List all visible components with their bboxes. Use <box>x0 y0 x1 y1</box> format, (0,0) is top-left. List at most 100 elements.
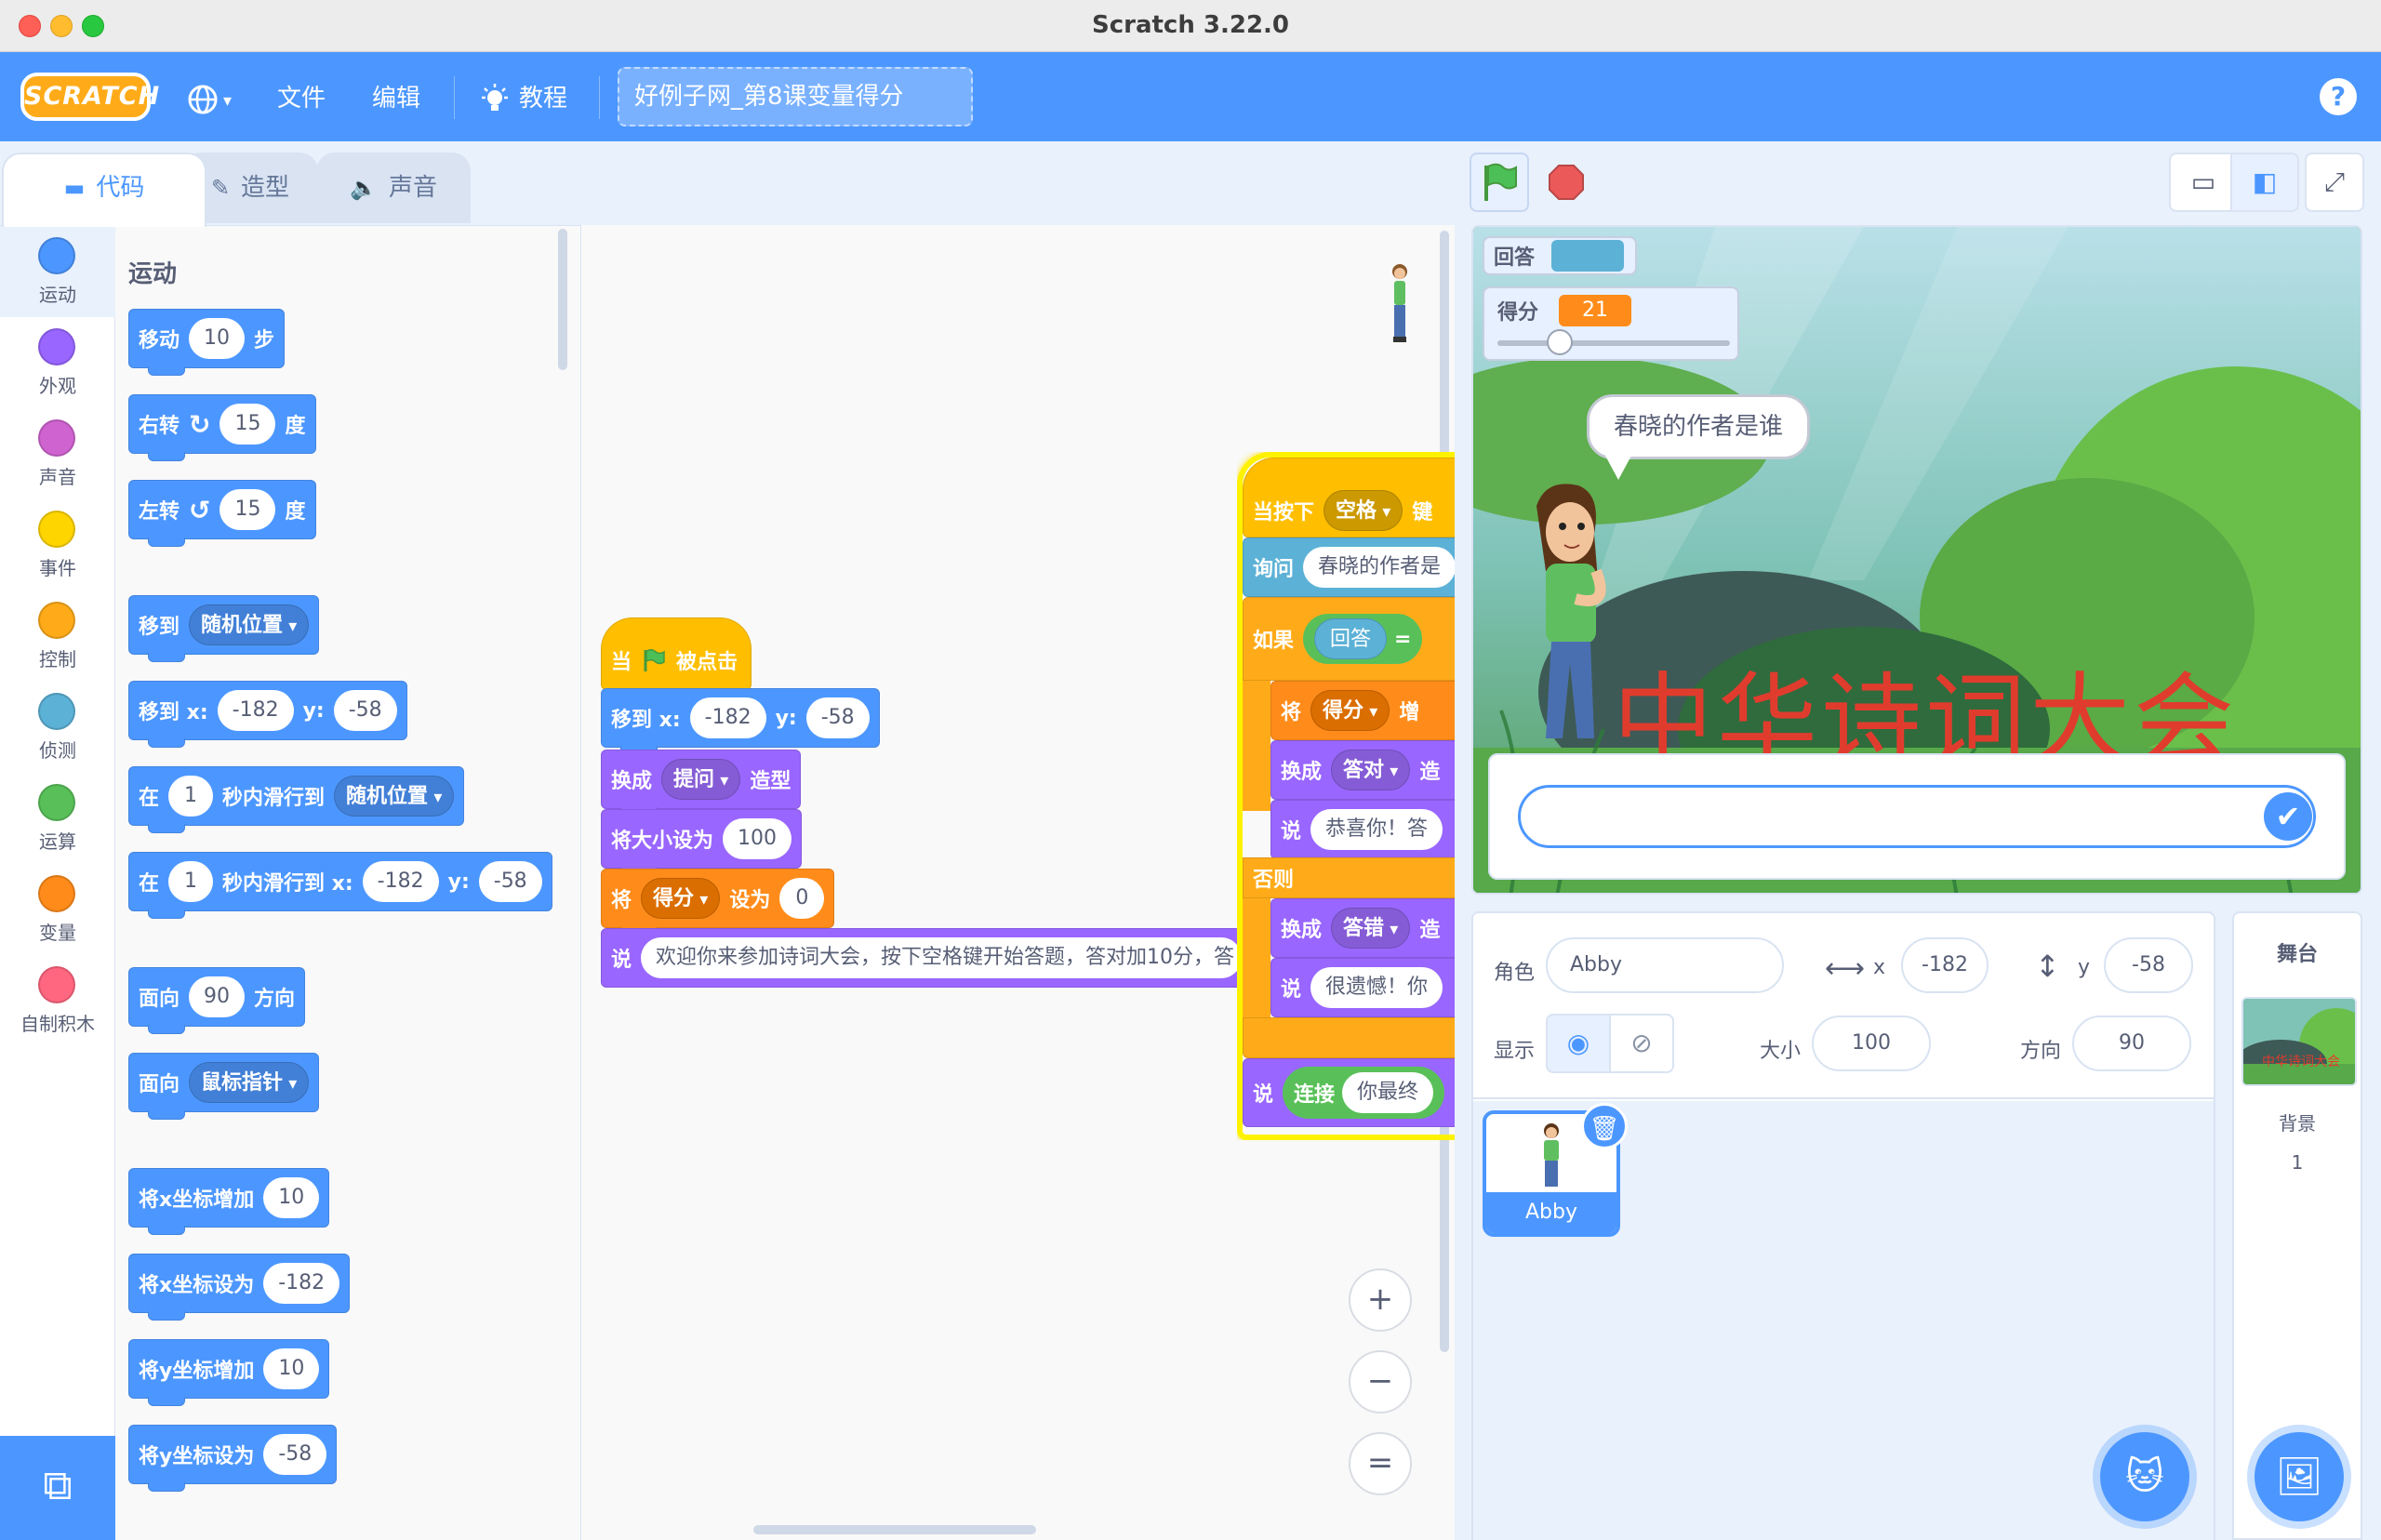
small-stage-button[interactable]: ▭ <box>2169 153 2238 212</box>
help-button[interactable]: ? <box>2320 78 2357 115</box>
seconds-input[interactable]: 1 <box>168 861 214 902</box>
category-looks[interactable]: 外观 <box>0 317 115 408</box>
category-events[interactable]: 事件 <box>0 499 115 591</box>
category-motion[interactable]: 运动 <box>0 226 115 317</box>
sprite-direction-input[interactable]: 90 <box>2072 1016 2191 1071</box>
block-turn-right[interactable]: 右转 ↻ 15 度 <box>128 394 316 461</box>
goto-target-dropdown[interactable]: 随机位置 <box>189 604 310 645</box>
category-my-blocks[interactable]: 自制积木 <box>0 955 115 1046</box>
block-say[interactable]: 说 连接 你最终 <box>1243 1058 1455 1127</box>
variable-dropdown[interactable]: 得分 <box>1310 690 1390 731</box>
block-switch-costume[interactable]: 换成 提问 造型 <box>601 750 802 816</box>
delete-sprite-button[interactable]: 🗑 <box>1581 1103 1628 1149</box>
direction-input[interactable]: 90 <box>189 976 246 1017</box>
block-say[interactable]: 说 很遗憾！你 <box>1270 958 1455 1017</box>
block-goto[interactable]: 移到 随机位置 <box>128 595 320 662</box>
ask-text-input[interactable]: 春晓的作者是 <box>1303 547 1455 588</box>
category-sound[interactable]: 声音 <box>0 408 115 499</box>
block-when-key-pressed[interactable]: 当按下 空格 键 <box>1243 458 1455 538</box>
tab-sounds[interactable]: 🔈 声音 <box>316 153 471 223</box>
scratch-logo[interactable]: SCRATCH <box>20 73 159 121</box>
fullscreen-button[interactable]: ⤢ <box>2305 153 2364 212</box>
costume-dropdown[interactable]: 答错 <box>1331 908 1411 949</box>
ask-answer-input[interactable] <box>1518 785 2316 848</box>
join-text-input[interactable]: 你最终 <box>1342 1072 1434 1113</box>
y-input[interactable]: -58 <box>333 690 397 731</box>
block-point-direction[interactable]: 面向 90 方向 <box>128 967 306 1034</box>
y-input[interactable]: -58 <box>478 861 542 902</box>
show-sprite-button[interactable]: ◉ <box>1546 1014 1611 1073</box>
equals-operator[interactable]: 回答 = <box>1303 614 1423 664</box>
glide-target-dropdown[interactable]: 随机位置 <box>334 776 455 816</box>
choose-backdrop-button[interactable]: 🖼 <box>2255 1432 2344 1521</box>
answer-reporter[interactable]: 回答 <box>1314 618 1388 659</box>
y-input[interactable]: -58 <box>805 697 870 738</box>
value-input[interactable]: 10 <box>263 1348 320 1389</box>
block-set-x[interactable]: 将x坐标设为 -182 <box>128 1254 351 1321</box>
stop-button[interactable] <box>1536 153 1596 212</box>
x-input[interactable]: -182 <box>362 861 439 902</box>
block-set-size[interactable]: 将大小设为 100 <box>601 809 803 876</box>
size-input[interactable]: 100 <box>723 818 792 859</box>
x-input[interactable]: -182 <box>217 690 294 731</box>
language-menu[interactable]: ▾ <box>186 80 232 117</box>
value-input[interactable]: -58 <box>263 1434 327 1475</box>
block-turn-left[interactable]: 左转 ↺ 15 度 <box>128 480 316 547</box>
large-stage-button[interactable]: ◧ <box>2230 153 2299 212</box>
block-glide-xy[interactable]: 在 1 秒内滑行到 x: -182 y: -58 <box>128 852 552 919</box>
block-say[interactable]: 说 欢迎你来参加诗词大会，按下空格键开始答题，答对加10分，答 <box>601 928 1252 988</box>
sprite-name-input[interactable]: Abby <box>1546 937 1784 993</box>
block-switch-costume[interactable]: 换成 答对 造 <box>1270 740 1455 800</box>
degrees-input[interactable]: 15 <box>219 489 276 530</box>
green-flag-button[interactable] <box>1470 153 1529 212</box>
score-slider[interactable] <box>1497 329 1730 355</box>
zoom-out-button[interactable]: − <box>1349 1350 1412 1414</box>
block-change-x[interactable]: 将x坐标增加 10 <box>128 1168 330 1235</box>
seconds-input[interactable]: 1 <box>168 776 214 816</box>
category-control[interactable]: 控制 <box>0 591 115 682</box>
value-input[interactable]: 0 <box>779 878 825 919</box>
category-sensing[interactable]: 侦测 <box>0 682 115 773</box>
say-text-input[interactable]: 很遗憾！你 <box>1310 967 1443 1008</box>
edit-menu[interactable]: 编辑 <box>372 80 420 117</box>
steps-input[interactable]: 10 <box>189 318 246 359</box>
x-input[interactable]: -182 <box>689 697 766 738</box>
degrees-input[interactable]: 15 <box>219 404 276 445</box>
block-say[interactable]: 说 恭喜你！答 <box>1270 800 1455 859</box>
stage-thumbnail[interactable]: 中华诗词大会 <box>2241 997 2357 1086</box>
towards-target-dropdown[interactable]: 鼠标指针 <box>189 1062 310 1103</box>
say-text-input[interactable]: 恭喜你！答 <box>1310 809 1443 850</box>
block-change-variable[interactable]: 将 得分 增 <box>1270 681 1455 740</box>
score-monitor[interactable]: 得分 21 <box>1483 286 1739 361</box>
block-when-flag-clicked[interactable]: 当 被点击 <box>601 617 752 690</box>
sprite-y-input[interactable]: -58 <box>2104 937 2193 993</box>
category-operators[interactable]: 运算 <box>0 773 115 864</box>
file-menu[interactable]: 文件 <box>277 80 326 117</box>
block-switch-costume[interactable]: 换成 答错 造 <box>1270 898 1455 958</box>
costume-dropdown[interactable]: 提问 <box>661 759 741 800</box>
variable-dropdown[interactable]: 得分 <box>641 878 721 919</box>
block-goto-xy[interactable]: 移到 x: -182 y: -58 <box>128 681 407 748</box>
join-operator[interactable]: 连接 你最终 <box>1283 1067 1445 1119</box>
block-set-y[interactable]: 将y坐标设为 -58 <box>128 1425 338 1492</box>
value-input[interactable]: 10 <box>263 1177 320 1218</box>
tab-code[interactable]: ▬ 代码 <box>2 153 206 227</box>
tutorials-menu[interactable]: 教程 <box>478 80 567 117</box>
key-dropdown[interactable]: 空格 <box>1324 490 1403 531</box>
zoom-in-button[interactable]: + <box>1349 1268 1412 1332</box>
say-text-input[interactable]: 欢迎你来参加诗词大会，按下空格键开始答题，答对加10分，答 <box>641 937 1242 978</box>
add-extension-button[interactable]: ⧉ <box>0 1436 115 1540</box>
answer-monitor[interactable]: 回答 <box>1483 236 1637 275</box>
block-point-towards[interactable]: 面向 鼠标指针 <box>128 1053 320 1120</box>
palette-scrollbar[interactable] <box>558 229 567 370</box>
submit-answer-button[interactable]: ✔ <box>2264 792 2312 841</box>
zoom-reset-button[interactable]: = <box>1349 1432 1412 1495</box>
costume-dropdown[interactable]: 答对 <box>1331 750 1411 790</box>
block-ask[interactable]: 询问 春晓的作者是 <box>1243 538 1455 597</box>
slider-thumb[interactable] <box>1547 329 1573 355</box>
workspace-hscrollbar[interactable] <box>753 1525 1036 1534</box>
block-goto-xy[interactable]: 移到 x: -182 y: -58 <box>601 688 880 755</box>
block-if-else[interactable]: 如果 回答 = <box>1243 597 1455 681</box>
block-move-steps[interactable]: 移动 10 步 <box>128 309 286 376</box>
hide-sprite-button[interactable]: ⊘ <box>1609 1014 1674 1073</box>
